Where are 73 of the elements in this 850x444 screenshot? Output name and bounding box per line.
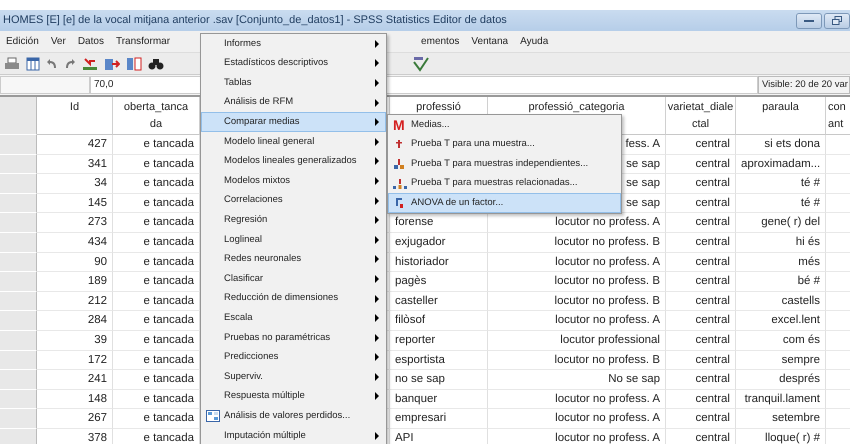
table-cell: si ets dona	[736, 135, 826, 155]
table-cell: central	[666, 390, 736, 410]
table-cell: locutor no profess. A	[488, 311, 666, 331]
table-cell: central	[666, 213, 736, 233]
table-cell: 90	[37, 252, 113, 272]
table-cell: central	[666, 330, 736, 351]
window-title: HOMES [E] [e] de la vocal mitjana anterior .sav [Conjunto_de_datos1] - SPSS Statistics Editor de datos	[3, 13, 508, 28]
table-cell: exjugador	[390, 232, 488, 253]
table-cell: bé #	[736, 272, 826, 292]
table-cell: pagès	[390, 272, 488, 292]
table-cell: central	[666, 194, 736, 214]
table-cell: central	[666, 174, 736, 194]
table-cell: locutor no profess. B	[488, 272, 666, 292]
table-cell: gene( r) del	[736, 213, 826, 233]
table-cell: central	[666, 252, 736, 272]
table-cell: excel.lent	[736, 311, 826, 331]
table-cell: central	[666, 232, 736, 253]
table-cell: central	[666, 428, 736, 444]
table-cell: té #	[736, 194, 826, 214]
table-cell: no se sap	[390, 370, 488, 390]
table-cell: API	[390, 428, 488, 444]
table-cell: esportista	[390, 350, 488, 370]
table-cell: No se sap	[488, 370, 666, 390]
table-cell: 284	[37, 311, 113, 331]
table-cell: historiador	[390, 252, 488, 272]
table-cell: reporter	[390, 330, 488, 351]
table-cell: 241	[37, 370, 113, 390]
table-cell: locutor no profess. B	[488, 292, 666, 312]
table-cell: 212	[37, 292, 113, 312]
table-cell: central	[666, 135, 736, 155]
table-cell: central	[666, 409, 736, 429]
visible-variables-label: Visible: 20 de 20 var	[758, 76, 850, 94]
table-cell: central	[666, 311, 736, 331]
table-cell: 434	[37, 232, 113, 253]
table-cell: després	[736, 370, 826, 390]
table-cell: 189	[37, 272, 113, 292]
table-cell: 145	[37, 194, 113, 214]
table-cell: aproximadam...	[736, 154, 826, 174]
table-cell: locutor no profess. A	[488, 252, 666, 272]
table-cell: 341	[37, 154, 113, 174]
table-cell: locutor no profess. A	[488, 428, 666, 444]
table-cell: lloque( r) #	[736, 428, 826, 444]
table-cell: 39	[37, 330, 113, 351]
table-cell: locutor no profess. A	[488, 409, 666, 429]
table-cell: 148	[37, 390, 113, 410]
table-cell: 427	[37, 135, 113, 155]
table-cell: 273	[37, 213, 113, 233]
table-cell: 172	[37, 350, 113, 370]
table-cell: central	[666, 292, 736, 312]
table-cell: empresari	[390, 409, 488, 429]
table-cell: banquer	[390, 390, 488, 410]
table-cell: castells	[736, 292, 826, 312]
table-cell: central	[666, 370, 736, 390]
table-cell: central	[666, 350, 736, 370]
table-cell: té #	[736, 174, 826, 194]
table-cell: 378	[37, 428, 113, 444]
table-cell: més	[736, 252, 826, 272]
table-cell: central	[666, 272, 736, 292]
table-cell: casteller	[390, 292, 488, 312]
table-cell: setembre	[736, 409, 826, 429]
table-cell: sempre	[736, 350, 826, 370]
table-cell: tranquil.lament	[736, 390, 826, 410]
table-cell: locutor no profess. B	[488, 350, 666, 370]
table-cell: 34	[37, 174, 113, 194]
table-cell: central	[666, 154, 736, 174]
table-cell: 267	[37, 409, 113, 429]
table-cell: locutor professional	[488, 330, 666, 351]
table-cell: locutor no profess. B	[488, 232, 666, 253]
means-icon: M	[393, 116, 405, 134]
table-cell: filòsof	[390, 311, 488, 331]
table-cell: locutor no profess. A	[488, 390, 666, 410]
table-cell: com és	[736, 330, 826, 351]
table-cell: hi és	[736, 232, 826, 253]
